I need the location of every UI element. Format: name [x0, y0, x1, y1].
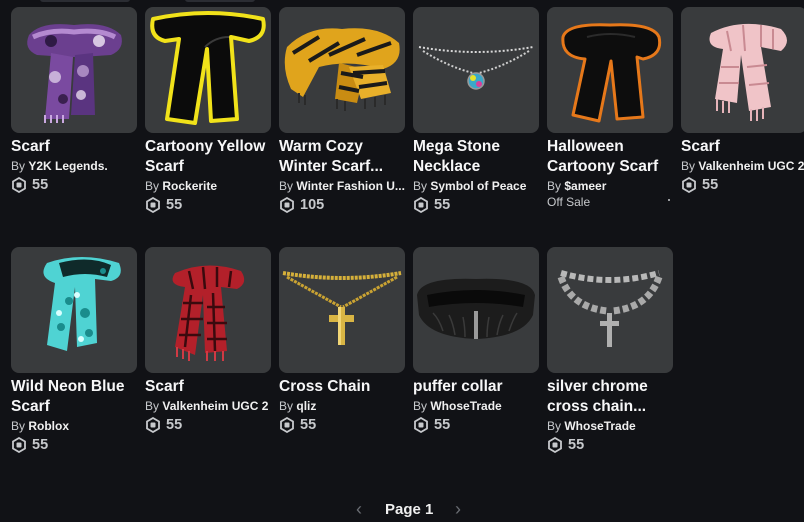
item-thumbnail[interactable] — [547, 247, 673, 373]
item-name-line2[interactable]: Cartoony Scarf — [547, 157, 673, 177]
item-thumbnail[interactable] — [11, 7, 137, 133]
item-name-line2[interactable]: Winter Scarf... — [279, 157, 405, 177]
creator-link[interactable]: Valkenheim UGC 2 — [698, 159, 804, 173]
item-thumbnail[interactable] — [413, 247, 539, 373]
catalog-item-card[interactable]: Scarf By Valkenheim UGC 2 55 — [681, 7, 804, 194]
item-price: 55 — [547, 436, 673, 454]
stray-dot — [668, 199, 670, 201]
catalog-item-card[interactable]: Mega Stone Necklace By Symbol of Peace 5… — [413, 7, 539, 214]
item-price: 55 — [413, 196, 539, 214]
item-price: 55 — [145, 196, 271, 214]
catalog-item-card[interactable]: puffer collar By WhoseTrade 55 — [413, 247, 539, 434]
item-creator: By Roblox — [11, 419, 70, 433]
robux-icon — [146, 417, 160, 433]
creator-link[interactable]: WhoseTrade — [430, 399, 501, 413]
item-name[interactable]: Warm Cozy — [279, 137, 405, 157]
creator-link[interactable]: Valkenheim UGC 2 — [162, 399, 268, 413]
item-creator: By qliz — [279, 399, 317, 413]
chevron-left-icon[interactable]: ‹ — [351, 498, 367, 520]
catalog-item-card[interactable]: Cartoony Yellow Scarf By Rockerite 55 — [145, 7, 271, 214]
robux-icon — [280, 197, 294, 213]
puffer-collar-thumbnail — [417, 278, 535, 339]
item-name-line2[interactable]: Scarf — [145, 157, 271, 177]
item-creator: By Y2K Legends. — [11, 159, 108, 173]
catalog-item-card[interactable]: Cross Chain By qliz 55 — [279, 247, 405, 434]
robux-icon — [280, 417, 294, 433]
item-name[interactable]: Scarf — [11, 137, 137, 157]
item-thumbnail[interactable] — [11, 247, 137, 373]
creator-link[interactable]: $ameer — [564, 179, 606, 193]
robux-icon — [12, 437, 26, 453]
creator-link[interactable]: WhoseTrade — [564, 419, 635, 433]
robux-icon — [414, 197, 428, 213]
item-creator: By Symbol of Peace — [413, 179, 527, 193]
neon-blue-scarf-thumbnail — [43, 257, 121, 351]
creator-link[interactable]: Rockerite — [162, 179, 217, 193]
item-name-line2[interactable]: Scarf — [11, 397, 137, 417]
robux-icon — [146, 197, 160, 213]
catalog-item-card[interactable]: Scarf By Valkenheim UGC 2 55 — [145, 247, 271, 434]
item-name-line2[interactable]: cross chain... — [547, 397, 673, 417]
item-name[interactable]: Cartoony Yellow — [145, 137, 271, 157]
item-price: 55 — [145, 416, 271, 434]
item-name[interactable]: silver chrome — [547, 377, 673, 397]
item-name[interactable]: Scarf — [681, 137, 804, 157]
item-thumbnail[interactable] — [681, 7, 804, 133]
item-name-line2[interactable]: Necklace — [413, 157, 539, 177]
creator-link[interactable]: Y2K Legends. — [28, 159, 107, 173]
item-creator: By Rockerite — [145, 179, 218, 193]
item-thumbnail[interactable] — [413, 7, 539, 133]
item-name[interactable]: puffer collar — [413, 377, 539, 397]
silver-cross-chain-thumbnail — [557, 270, 663, 347]
item-thumbnail[interactable] — [145, 7, 271, 133]
gold-cross-chain-thumbnail — [282, 271, 402, 345]
item-price: 55 — [11, 436, 137, 454]
top-scroll-remnant — [0, 0, 804, 4]
item-thumbnail[interactable] — [547, 7, 673, 133]
purple-scarf-thumbnail — [27, 24, 122, 123]
item-creator: By Valkenheim UGC 2 — [681, 159, 804, 173]
item-creator: By Winter Fashion U... — [279, 179, 405, 193]
item-name[interactable]: Scarf — [145, 377, 271, 397]
pagination: ‹ Page 1 › — [0, 498, 804, 522]
catalog-item-card[interactable]: Warm Cozy Winter Scarf... By Winter Fash… — [279, 7, 405, 214]
item-thumbnail[interactable] — [279, 247, 405, 373]
item-name[interactable]: Wild Neon Blue — [11, 377, 137, 397]
off-sale-label: Off Sale — [547, 195, 591, 209]
red-plaid-scarf-thumbnail — [172, 265, 245, 361]
halloween-scarf-thumbnail — [561, 23, 662, 123]
chevron-right-icon[interactable]: › — [450, 498, 466, 520]
catalog-item-card[interactable]: Wild Neon Blue Scarf By Roblox 55 — [11, 247, 137, 454]
pink-scarf-thumbnail — [709, 23, 787, 121]
item-price: 55 — [681, 176, 804, 194]
yellow-cartoony-scarf-thumbnail — [150, 11, 266, 125]
item-price: 55 — [279, 416, 405, 434]
creator-link[interactable]: Winter Fashion U... — [296, 179, 405, 193]
item-thumbnail[interactable] — [279, 7, 405, 133]
creator-link[interactable]: Symbol of Peace — [430, 179, 526, 193]
winter-scarf-thumbnail — [284, 28, 400, 111]
item-creator: By $ameer — [547, 179, 607, 193]
item-price: 55 — [413, 416, 539, 434]
item-name[interactable]: Halloween — [547, 137, 673, 157]
item-price: 105 — [279, 196, 405, 214]
robux-icon — [682, 177, 696, 193]
item-price: 55 — [11, 176, 137, 194]
item-creator: By WhoseTrade — [547, 419, 636, 433]
stone-necklace-thumbnail — [418, 46, 534, 90]
creator-link[interactable]: Roblox — [28, 419, 69, 433]
item-creator: By Valkenheim UGC 2 — [145, 399, 269, 413]
catalog-item-card[interactable]: Scarf By Y2K Legends. 55 — [11, 7, 137, 194]
item-thumbnail[interactable] — [145, 247, 271, 373]
item-name[interactable]: Cross Chain — [279, 377, 405, 397]
creator-link[interactable]: qliz — [296, 399, 316, 413]
robux-icon — [12, 177, 26, 193]
catalog-item-card[interactable]: Halloween Cartoony Scarf By $ameer Off S… — [547, 7, 673, 209]
catalog-item-card[interactable]: silver chrome cross chain... By WhoseTra… — [547, 247, 673, 454]
page-label: Page 1 — [385, 501, 434, 518]
robux-icon — [548, 437, 562, 453]
item-creator: By WhoseTrade — [413, 399, 502, 413]
item-name[interactable]: Mega Stone — [413, 137, 539, 157]
robux-icon — [414, 417, 428, 433]
